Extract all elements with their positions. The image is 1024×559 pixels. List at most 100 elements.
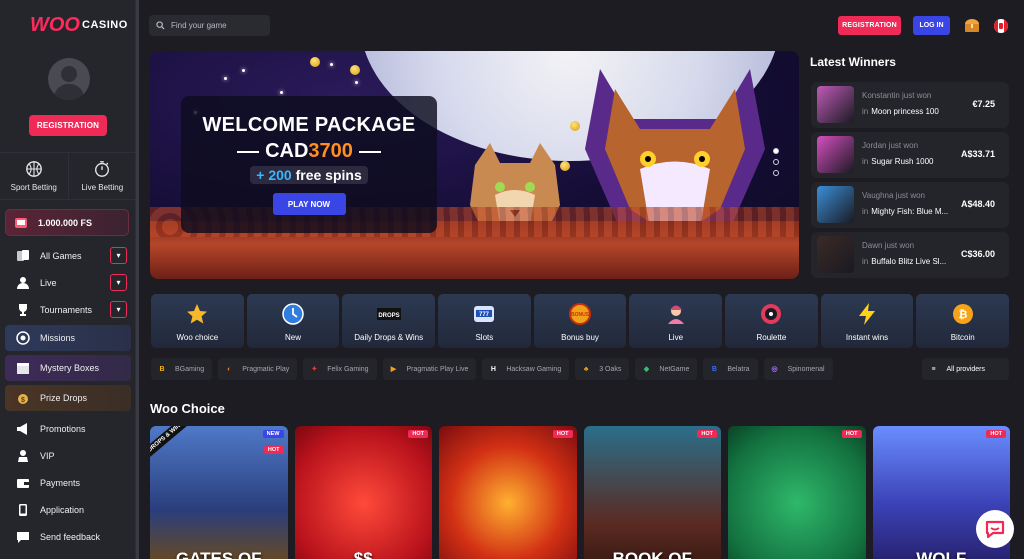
svg-text:777: 777 <box>479 312 490 318</box>
category-roulette[interactable]: Roulette <box>725 294 818 348</box>
search-input[interactable]: Find your game <box>149 15 270 36</box>
treasure-chest-icon[interactable] <box>964 17 980 33</box>
category-woo-choice[interactable]: Woo choice <box>151 294 244 348</box>
winner-game-name: Moon princess 100 <box>871 107 939 116</box>
category-daily-drops-wins[interactable]: DROPS Daily Drops & Wins <box>342 294 436 348</box>
provider-hacksaw-gaming[interactable]: H Hacksaw Gaming <box>482 358 570 380</box>
provider-label: NetGame <box>659 365 690 373</box>
provider-netgame[interactable]: ◆ NetGame <box>635 358 698 380</box>
bonus-icon: BONUS <box>567 301 593 327</box>
sidebar-item-tournaments[interactable]: Tournaments ▾ <box>5 296 131 323</box>
hero-banner[interactable]: WELCOME PACKAGE CAD3700 + 200 free spins… <box>150 51 799 279</box>
sport-betting-link[interactable]: Sport Betting <box>0 153 68 199</box>
winner-row[interactable]: Vaughna just won in Mighty Fish: Blue M...… <box>811 182 1009 228</box>
free-spins-banner[interactable]: 1.000.000 FS <box>5 209 129 236</box>
hot-badge: HOT <box>697 430 717 438</box>
chevron-down-icon[interactable]: ▾ <box>110 274 127 291</box>
provider-pragmatic-play-live[interactable]: ▶ Pragmatic Play Live <box>382 358 477 380</box>
category-instant-wins[interactable]: Instant wins <box>820 294 914 348</box>
hot-badge: HOT <box>552 430 573 438</box>
sidebar-item-missions[interactable]: Missions <box>5 325 131 351</box>
category-bitcoin[interactable]: ₿ Bitcoin <box>916 294 1010 348</box>
free-spins-offer: + 200 free spins <box>250 166 368 184</box>
category-label: Woo choice <box>176 333 219 342</box>
sidebar-item-mystery-boxes[interactable]: Mystery Boxes <box>5 355 131 381</box>
game-card[interactable]: HOT <box>439 426 577 559</box>
carousel-dot[interactable] <box>773 159 779 165</box>
sidebar-item-application[interactable]: Application <box>5 496 131 523</box>
canada-flag-icon[interactable] <box>994 19 1008 33</box>
game-thumbnail[interactable] <box>817 186 854 223</box>
avatar[interactable] <box>48 58 90 100</box>
winner-name: Konstantin just won <box>862 91 932 100</box>
live-betting-link[interactable]: Live Betting <box>67 153 137 199</box>
game-card[interactable]: HOT $$ <box>294 426 432 559</box>
woo-casino-logo[interactable]: WOO CASINO <box>30 14 128 37</box>
registration-button[interactable]: REGISTRATION <box>838 16 901 35</box>
trophy-icon <box>16 303 30 317</box>
search-placeholder: Find your game <box>171 21 227 30</box>
provider-all-providers[interactable]: ≡ All providers <box>922 358 1009 380</box>
winner-row[interactable]: Jordan just won in Sugar Rush 1000 A$33.71 <box>811 132 1009 178</box>
winner-game[interactable]: in Buffalo Blitz Live Sl... <box>862 257 946 266</box>
login-button[interactable]: LOG IN <box>913 16 950 35</box>
winner-row[interactable]: Konstantin just won in Moon princess 100 €7… <box>811 82 1009 128</box>
live-betting-label: Live Betting <box>81 183 124 192</box>
play-now-button[interactable]: PLAY NOW <box>272 193 346 215</box>
free-spins-text: free spins <box>295 167 362 183</box>
sidebar-item-live[interactable]: Live ▾ <box>5 269 131 296</box>
category-slots[interactable]: 777 Slots <box>438 294 531 348</box>
provider-felix-gaming[interactable]: ✦ Felix Gaming <box>303 358 377 380</box>
carousel-dot[interactable] <box>773 148 779 154</box>
game-card[interactable]: HOT BOOK OF <box>583 426 721 559</box>
game-thumbnail[interactable] <box>817 236 854 273</box>
new-badge: NEW <box>262 430 284 438</box>
provider-bgaming[interactable]: B BGaming <box>151 358 213 380</box>
category-new[interactable]: New <box>246 294 340 348</box>
provider-pragmatic-play[interactable]: ◐ Pragmatic Play <box>218 358 298 380</box>
provider-bar: B BGaming ◐ Pragmatic Play ✦ Felix Gaming ▶ Pra… <box>151 358 1009 380</box>
welcome-package-box: WELCOME PACKAGE CAD3700 + 200 free spins… <box>181 96 437 233</box>
stopwatch-icon <box>95 161 110 177</box>
game-card[interactable]: HOT <box>728 426 866 559</box>
search-icon <box>156 21 165 30</box>
provider-logo-icon: H <box>490 365 496 373</box>
category-bonus-buy[interactable]: BONUS Bonus buy <box>533 294 627 348</box>
provider-3-oaks[interactable]: ♣ 3 Oaks <box>575 358 630 380</box>
sidebar-item-label: Payments <box>40 477 81 488</box>
sidebar-registration-button[interactable]: REGISTRATION <box>29 115 107 136</box>
sidebar-item-vip[interactable]: VIP <box>5 442 131 469</box>
sidebar-item-label: Tournaments <box>40 304 93 315</box>
sidebar-item-promotions[interactable]: Promotions <box>5 415 131 442</box>
wallet-icon <box>16 476 30 490</box>
chevron-down-icon[interactable]: ▾ <box>110 301 127 318</box>
category-label: Bitcoin <box>950 333 975 342</box>
carousel-dot[interactable] <box>773 170 779 176</box>
winner-game[interactable]: in Sugar Rush 1000 <box>862 157 934 166</box>
sidebar-scrollbar[interactable] <box>136 0 139 559</box>
game-title: GATES OF <box>175 549 262 559</box>
category-live[interactable]: Live <box>629 294 723 348</box>
sidebar-item-prize-drops[interactable]: $ Prize Drops <box>5 385 131 411</box>
game-title: WOLF <box>916 549 967 559</box>
game-thumbnail[interactable] <box>817 86 854 123</box>
winner-game-name: Buffalo Blitz Live Sl... <box>871 257 947 266</box>
winner-game[interactable]: in Mighty Fish: Blue M... <box>862 207 948 216</box>
winner-amount: A$48.40 <box>960 199 995 209</box>
sidebar-item-payments[interactable]: Payments <box>5 469 131 496</box>
game-card[interactable]: NEW HOT DROPS & WINS GATES OF <box>150 426 288 559</box>
sport-betting-label: Sport Betting <box>10 183 57 192</box>
winner-game[interactable]: in Moon princess 100 <box>862 107 939 116</box>
provider-spinomenal[interactable]: ◎ Spinomenal <box>763 358 833 380</box>
chevron-down-icon[interactable]: ▾ <box>110 247 127 264</box>
game-thumbnail[interactable] <box>817 136 854 173</box>
sidebar-item-all-games[interactable]: All Games ▾ <box>5 242 131 269</box>
winner-row[interactable]: Dawn just won in Buffalo Blitz Live Sl... C… <box>811 232 1009 278</box>
sidebar-item-label: Send feedback <box>40 531 101 542</box>
live-chat-button[interactable] <box>976 510 1014 548</box>
provider-belatra[interactable]: B Belatra <box>703 358 758 380</box>
svg-text:$: $ <box>21 397 25 404</box>
game-title: BOOK OF <box>612 549 692 559</box>
sidebar-item-send-feedback[interactable]: Send feedback <box>5 523 131 550</box>
dealer-icon <box>663 301 689 327</box>
